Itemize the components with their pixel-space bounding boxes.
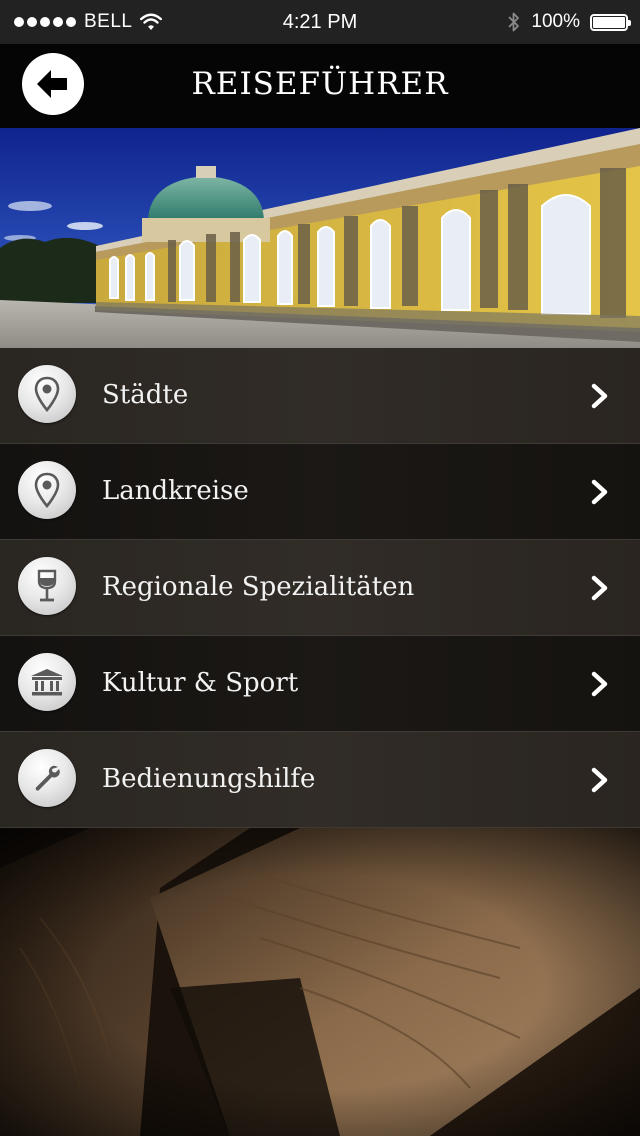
menu-item-bedienungshilfe[interactable]: Bedienungshilfe <box>0 732 640 828</box>
menu-item-kultur-sport[interactable]: Kultur & Sport <box>0 636 640 732</box>
menu-item-landkreise[interactable]: Landkreise <box>0 444 640 540</box>
menu-item-label: Städte <box>102 380 189 410</box>
status-right: 100% <box>507 0 631 44</box>
menu-item-spezialitaeten[interactable]: Regionale Spezialitäten <box>0 540 640 636</box>
museum-icon <box>18 653 76 711</box>
menu-item-label: Bedienungshilfe <box>102 764 316 794</box>
chevron-right-icon <box>591 479 608 505</box>
status-bar: BELL 4:21 PM 100% <box>0 0 640 44</box>
wood-planks-image <box>0 828 640 1136</box>
wine-glass-icon <box>18 557 76 615</box>
page-title: REISEFÜHRER <box>191 66 449 102</box>
chevron-right-icon <box>591 767 608 793</box>
battery-fill <box>593 16 625 28</box>
chevron-right-icon <box>591 383 608 409</box>
map-pin-icon <box>18 365 76 423</box>
navigation-bar: REISEFÜHRER <box>0 44 640 128</box>
menu-item-label: Kultur & Sport <box>102 668 299 698</box>
menu-list: Städte Landkreise Regionale Spezialitäte… <box>0 348 640 828</box>
battery-icon <box>590 13 631 31</box>
wrench-icon <box>18 749 76 807</box>
hero-image <box>0 128 640 348</box>
wood-background <box>0 828 640 1136</box>
palace-photo <box>0 128 640 348</box>
chevron-right-icon <box>591 575 608 601</box>
bluetooth-icon <box>508 12 520 32</box>
menu-item-staedte[interactable]: Städte <box>0 348 640 444</box>
menu-item-label: Regionale Spezialitäten <box>102 572 415 602</box>
chevron-right-icon <box>591 671 608 697</box>
menu-item-label: Landkreise <box>102 476 249 506</box>
battery-percent: 100% <box>531 11 580 32</box>
map-pin-icon <box>18 461 76 519</box>
